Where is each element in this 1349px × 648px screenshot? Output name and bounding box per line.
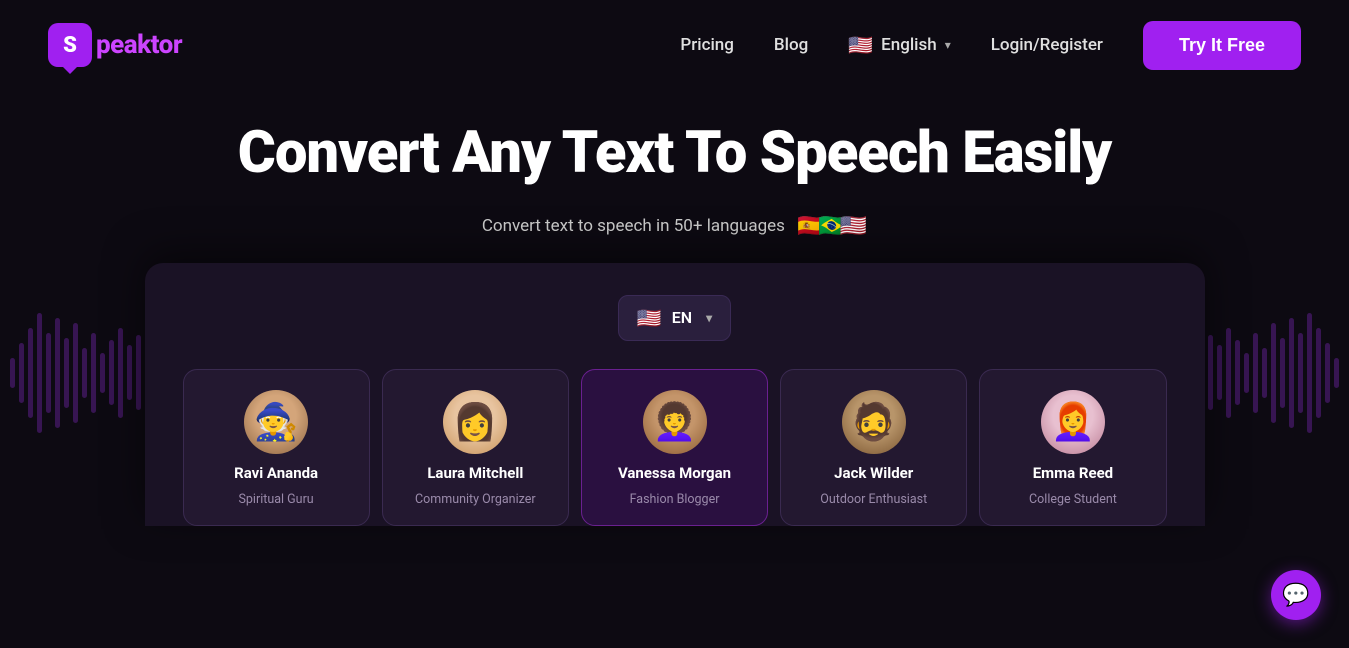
us-flag-icon: 🇺🇸 [848,33,873,57]
nav-links: Pricing Blog 🇺🇸 English ▾ Login/Register… [680,21,1301,70]
dropdown-lang-label: EN [672,308,692,327]
voice-name-ravi: Ravi Ananda [234,464,318,482]
voice-card-ravi[interactable]: Ravi Ananda Spiritual Guru [183,369,370,526]
voice-card-laura[interactable]: Laura Mitchell Community Organizer [382,369,569,526]
voice-name-emma: Emma Reed [1033,464,1113,482]
try-free-button[interactable]: Try It Free [1143,21,1301,70]
chat-icon: 💬 [1282,583,1309,608]
voice-card-vanessa[interactable]: Vanessa Morgan Fashion Blogger [581,369,768,526]
voice-role-emma: College Student [1029,492,1117,507]
wave-section: 🇺🇸 EN ▾ Ravi Ananda Spiritual Guru Laura… [0,263,1349,526]
language-selector[interactable]: 🇺🇸 English ▾ [848,33,951,57]
subtitle-text: Convert text to speech in 50+ languages [482,216,785,236]
logo-icon: S [48,23,92,67]
hero-section: Convert Any Text To Speech Easily Conver… [0,90,1349,526]
avatar-laura [443,390,507,454]
voice-role-jack: Outdoor Enthusiast [820,492,927,507]
login-register-link[interactable]: Login/Register [991,35,1103,55]
language-label: English [881,35,937,55]
voice-cards-container: Ravi Ananda Spiritual Guru Laura Mitchel… [177,369,1173,526]
voice-name-vanessa: Vanessa Morgan [618,464,731,482]
lang-dropdown[interactable]: 🇺🇸 EN ▾ [618,295,731,341]
voice-role-ravi: Spiritual Guru [238,492,313,507]
flag-stack: 🇪🇸 🇧🇷 🇺🇸 [797,214,867,239]
chat-button[interactable]: 💬 [1271,570,1321,620]
flag-us: 🇺🇸 [840,214,867,239]
app-lang-selector: 🇺🇸 EN ▾ [177,295,1173,341]
logo[interactable]: S peaktor [48,23,182,67]
voice-name-jack: Jack Wilder [834,464,913,482]
avatar-ravi [244,390,308,454]
voice-name-laura: Laura Mitchell [427,464,523,482]
blog-link[interactable]: Blog [774,35,808,55]
logo-text: peaktor [96,30,182,60]
navbar: S peaktor Pricing Blog 🇺🇸 English ▾ Logi… [0,0,1349,90]
avatar-vanessa [643,390,707,454]
pricing-link[interactable]: Pricing [680,35,734,55]
chevron-down-icon: ▾ [945,38,951,52]
voice-card-emma[interactable]: Emma Reed College Student [979,369,1166,526]
hero-title: Convert Any Text To Speech Easily [238,122,1111,186]
hero-subtitle: Convert text to speech in 50+ languages … [482,214,867,239]
dropdown-flag-icon: 🇺🇸 [637,306,662,330]
app-card: 🇺🇸 EN ▾ Ravi Ananda Spiritual Guru Laura… [145,263,1205,526]
voice-role-laura: Community Organizer [415,492,536,507]
voice-role-vanessa: Fashion Blogger [630,492,720,507]
voice-card-jack[interactable]: Jack Wilder Outdoor Enthusiast [780,369,967,526]
avatar-jack [842,390,906,454]
avatar-emma [1041,390,1105,454]
dropdown-chevron-icon: ▾ [706,311,712,325]
